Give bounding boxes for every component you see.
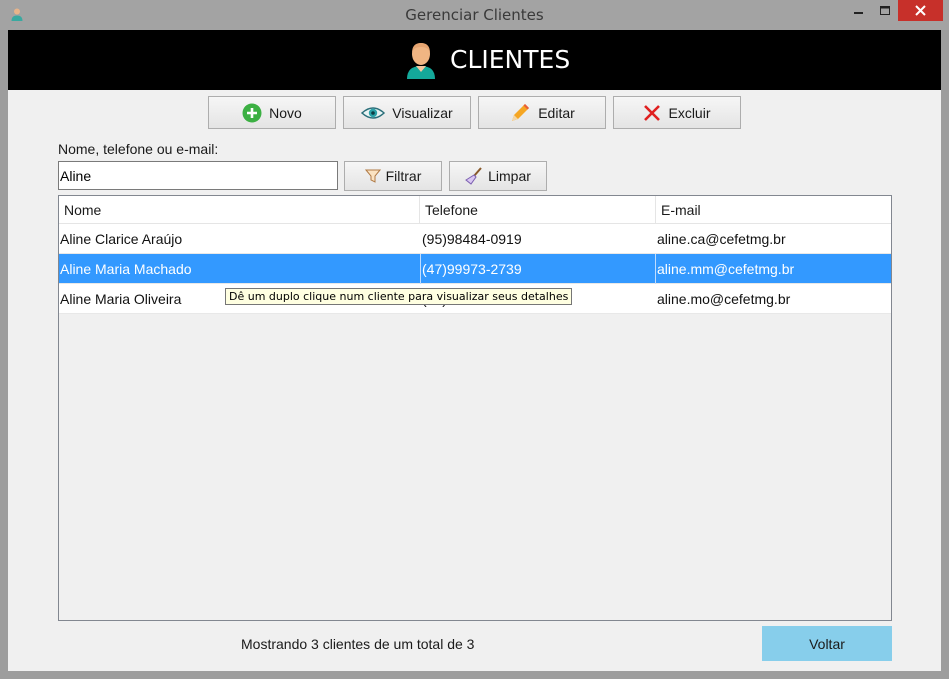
delete-button[interactable]: Excluir — [613, 96, 741, 129]
page-title: CLIENTES — [450, 45, 571, 74]
cell-phone: (47)99973-2739 — [420, 254, 656, 284]
app-window: Gerenciar Clientes CLIENTES Novo Visuali… — [0, 0, 949, 679]
status-text: Mostrando 3 clientes de um total de 3 — [241, 636, 475, 652]
maximize-button[interactable] — [872, 0, 898, 21]
minimize-button[interactable] — [846, 0, 872, 21]
title-bar[interactable]: Gerenciar Clientes — [0, 0, 949, 30]
person-avatar-icon — [407, 43, 435, 79]
pencil-icon — [509, 102, 531, 124]
edit-button-label: Editar — [538, 104, 575, 121]
table-row-selected[interactable]: Aline Maria Machado (47)99973-2739 aline… — [59, 254, 891, 284]
cell-email: aline.mm@cefetmg.br — [655, 254, 891, 284]
broom-icon — [465, 167, 483, 185]
cell-phone: (95)98484-0919 — [422, 231, 522, 247]
filter-button-label: Filtrar — [385, 168, 422, 184]
header-banner: CLIENTES — [8, 30, 941, 90]
clear-button-label: Limpar — [488, 168, 531, 184]
client-area: CLIENTES Novo Visualizar Editar Excluir … — [8, 30, 941, 671]
back-button[interactable]: Voltar — [762, 626, 892, 661]
x-delete-icon — [643, 104, 661, 122]
cell-email: aline.mo@cefetmg.br — [657, 291, 791, 307]
table-row[interactable]: Aline Clarice Araújo (95)98484-0919 alin… — [59, 224, 891, 254]
maximize-icon — [880, 5, 890, 15]
filter-button[interactable]: Filtrar — [344, 161, 442, 191]
eye-icon — [361, 105, 386, 121]
view-button[interactable]: Visualizar — [343, 96, 471, 129]
new-button-label: Novo — [269, 104, 302, 121]
cell-name: Aline Maria Machado — [60, 261, 192, 277]
cell-email: aline.ca@cefetmg.br — [657, 231, 786, 247]
clear-button[interactable]: Limpar — [449, 161, 547, 191]
column-header-name[interactable]: Nome — [59, 196, 420, 224]
filter-label: Nome, telefone ou e-mail: — [58, 141, 219, 157]
delete-button-label: Excluir — [668, 104, 711, 121]
plus-circle-icon — [242, 103, 262, 123]
column-header-email[interactable]: E-mail — [656, 196, 891, 224]
funnel-icon — [364, 168, 381, 184]
close-icon — [915, 5, 926, 16]
clients-table: Nome Telefone E-mail Aline Clarice Araúj… — [58, 195, 892, 621]
tooltip: Dê um duplo clique num cliente para visu… — [225, 288, 573, 305]
minimize-icon — [854, 11, 863, 14]
close-button[interactable] — [898, 0, 943, 21]
new-button[interactable]: Novo — [208, 96, 336, 129]
window-title: Gerenciar Clientes — [405, 6, 544, 24]
cell-name: Aline Clarice Araújo — [60, 231, 183, 247]
search-input[interactable] — [58, 161, 338, 190]
edit-button[interactable]: Editar — [478, 96, 606, 129]
column-header-phone[interactable]: Telefone — [420, 196, 656, 224]
view-button-label: Visualizar — [392, 104, 453, 121]
table-header: Nome Telefone E-mail — [59, 196, 891, 224]
